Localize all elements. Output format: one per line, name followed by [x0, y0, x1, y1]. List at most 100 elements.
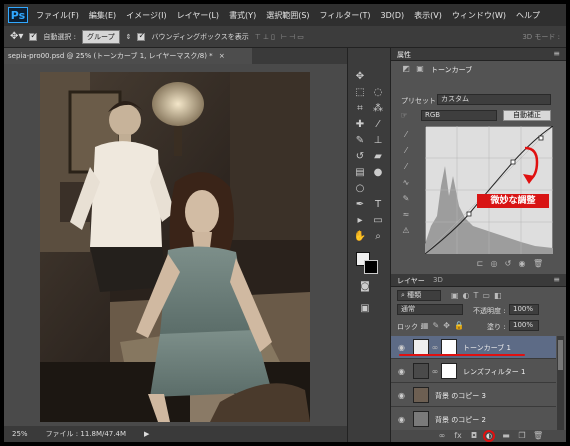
magic-wand-icon[interactable]: ⁂: [371, 102, 385, 116]
black-point-eyedropper-icon[interactable]: ⁄: [401, 130, 411, 140]
document-tab[interactable]: sepia-pro00.psd @ 25% (トーンカーブ 1, レイヤーマスク…: [4, 48, 252, 64]
quick-mask-icon[interactable]: ◙: [358, 280, 372, 294]
brush-tool-icon[interactable]: ✎: [353, 134, 367, 148]
background-color-swatch[interactable]: [364, 260, 378, 274]
hand-tool-icon[interactable]: ✋: [353, 230, 367, 244]
view-previous-icon[interactable]: ◎: [489, 259, 499, 269]
eye-icon[interactable]: ◉: [397, 343, 406, 352]
gray-point-eyedropper-icon[interactable]: ⁄: [401, 146, 411, 156]
auto-button[interactable]: 自動補正: [503, 110, 551, 121]
pen-tool-icon[interactable]: ✒: [353, 198, 367, 212]
status-arrow-icon[interactable]: ▶: [144, 430, 149, 438]
preset-dropdown[interactable]: カスタム: [437, 94, 551, 105]
path-select-icon[interactable]: ▸: [353, 214, 367, 228]
auto-select-checkbox[interactable]: [29, 31, 38, 41]
fx-icon[interactable]: fx: [453, 431, 463, 441]
menu-type[interactable]: 書式(Y): [229, 10, 256, 21]
photoshop-window: Ps ファイル(F) 編集(E) イメージ(I) レイヤー(L) 書式(Y) 選…: [4, 4, 566, 442]
curve-point-tool-icon[interactable]: ∿: [401, 178, 411, 188]
layer-row-background-copy-2[interactable]: ◉ 背景 のコピー 2: [391, 408, 556, 431]
trash-icon[interactable]: 🗑: [533, 259, 543, 269]
close-icon[interactable]: ×: [219, 52, 225, 60]
bounding-box-label: バウンディングボックスを表示: [151, 32, 249, 41]
dodge-tool-icon[interactable]: ○: [353, 182, 367, 196]
filter-icons[interactable]: ▣◐T▭◧: [451, 291, 547, 301]
link-layers-icon[interactable]: ∞: [437, 431, 447, 441]
blur-tool-icon[interactable]: ●: [371, 166, 385, 180]
clip-to-layer-icon[interactable]: ⊏: [475, 259, 485, 269]
bounding-box-checkbox[interactable]: [137, 31, 146, 41]
adjustment-layer-icon[interactable]: ◐: [483, 430, 495, 442]
layer-mask-thumbnail[interactable]: [441, 363, 457, 379]
screen-mode-icon[interactable]: ▣: [358, 302, 372, 316]
eraser-tool-icon[interactable]: ▰: [371, 150, 385, 164]
layers-scrollbar[interactable]: [557, 336, 564, 430]
curve-point-1[interactable]: [466, 211, 472, 217]
align-icons[interactable]: ⊤⊥▯ ⊢⊣▭: [255, 33, 306, 41]
eye-icon[interactable]: ◉: [397, 391, 406, 400]
curve-point-2[interactable]: [510, 159, 516, 165]
auto-select-dropdown[interactable]: グループ: [82, 29, 120, 44]
menu-image[interactable]: イメージ(I): [126, 10, 166, 21]
visibility-icon[interactable]: ◉: [517, 259, 527, 269]
filter-kind-dropdown[interactable]: ⌕ 種類: [397, 290, 441, 301]
eye-icon[interactable]: ◉: [397, 415, 406, 424]
on-image-adjust-icon[interactable]: ☞: [399, 111, 409, 121]
document-tab-title: sepia-pro00.psd @ 25% (トーンカーブ 1, レイヤーマスク…: [8, 52, 213, 60]
eye-icon[interactable]: ◉: [397, 367, 406, 376]
document-canvas-photo[interactable]: [40, 72, 310, 422]
lasso-tool-icon[interactable]: ◌: [371, 86, 385, 100]
group-folder-icon[interactable]: ▬: [501, 431, 511, 441]
channel-dropdown[interactable]: RGB: [421, 110, 497, 121]
layer-thumbnail: [413, 387, 429, 403]
delete-layer-icon[interactable]: 🗑: [533, 431, 543, 441]
layer-row-background-copy-3[interactable]: ◉ 背景 のコピー 3: [391, 384, 556, 407]
eyedropper-tool-icon[interactable]: ⁄: [371, 118, 385, 132]
panel-menu-icon[interactable]: ≡: [553, 275, 560, 284]
menu-filter[interactable]: フィルター(T): [320, 10, 371, 21]
menu-window[interactable]: ウィンドウ(W): [452, 10, 506, 21]
pencil-curve-icon[interactable]: ✎: [401, 194, 411, 204]
white-point-eyedropper-icon[interactable]: ⁄: [401, 162, 411, 172]
blend-mode-dropdown[interactable]: 通常: [397, 304, 463, 315]
menu-3d[interactable]: 3D(D): [381, 11, 405, 20]
smooth-curve-icon[interactable]: ≈: [401, 210, 411, 220]
tab-layers[interactable]: レイヤー: [397, 276, 425, 286]
crop-tool-icon[interactable]: ⌗: [353, 102, 367, 116]
panel-menu-icon[interactable]: ≡: [553, 49, 560, 58]
lock-icons[interactable]: ▦✎✥🔒: [421, 321, 471, 331]
tab-3d[interactable]: 3D: [433, 276, 443, 284]
reset-icon[interactable]: ↺: [503, 259, 513, 269]
menu-select[interactable]: 選択範囲(S): [266, 10, 309, 21]
menu-edit[interactable]: 編集(E): [89, 10, 116, 21]
chain-link-icon[interactable]: ∞: [431, 343, 439, 353]
menu-help[interactable]: ヘルプ: [516, 10, 540, 21]
menu-file[interactable]: ファイル(F): [36, 10, 79, 21]
clipping-warning-icon[interactable]: ⚠: [401, 226, 411, 236]
new-layer-icon[interactable]: ❐: [517, 431, 527, 441]
zoom-tool-icon[interactable]: ⌕: [371, 230, 385, 244]
layer-mask-thumbnail[interactable]: [441, 339, 457, 355]
type-tool-icon[interactable]: T: [371, 198, 385, 212]
mask-icon[interactable]: ▣: [415, 64, 425, 74]
curve-point-3[interactable]: [538, 135, 544, 141]
clone-stamp-icon[interactable]: ⊥: [371, 134, 385, 148]
gradient-tool-icon[interactable]: ▤: [353, 166, 367, 180]
fill-input[interactable]: 100%: [509, 320, 539, 331]
add-mask-icon[interactable]: ◘: [469, 431, 479, 441]
chain-link-icon[interactable]: ∞: [431, 367, 439, 377]
healing-tool-icon[interactable]: ✚: [353, 118, 367, 132]
move-tool-icon[interactable]: ✥▾: [10, 31, 23, 42]
file-size-info: ファイル : 11.8M/47.4M: [45, 430, 126, 438]
move-tool-icon[interactable]: ✥: [353, 70, 367, 84]
menu-layer[interactable]: レイヤー(L): [177, 10, 219, 21]
layer-row-lens-filter[interactable]: ◉ ∞ レンズフィルター 1: [391, 360, 556, 383]
history-brush-icon[interactable]: ↺: [353, 150, 367, 164]
shape-tool-icon[interactable]: ▭: [371, 214, 385, 228]
menu-view[interactable]: 表示(V): [414, 10, 442, 21]
zoom-level[interactable]: 25%: [12, 430, 28, 438]
opacity-input[interactable]: 100%: [509, 304, 539, 315]
scrollbar-thumb[interactable]: [558, 340, 563, 370]
curves-graph[interactable]: [425, 126, 553, 254]
marquee-tool-icon[interactable]: ⬚: [353, 86, 367, 100]
